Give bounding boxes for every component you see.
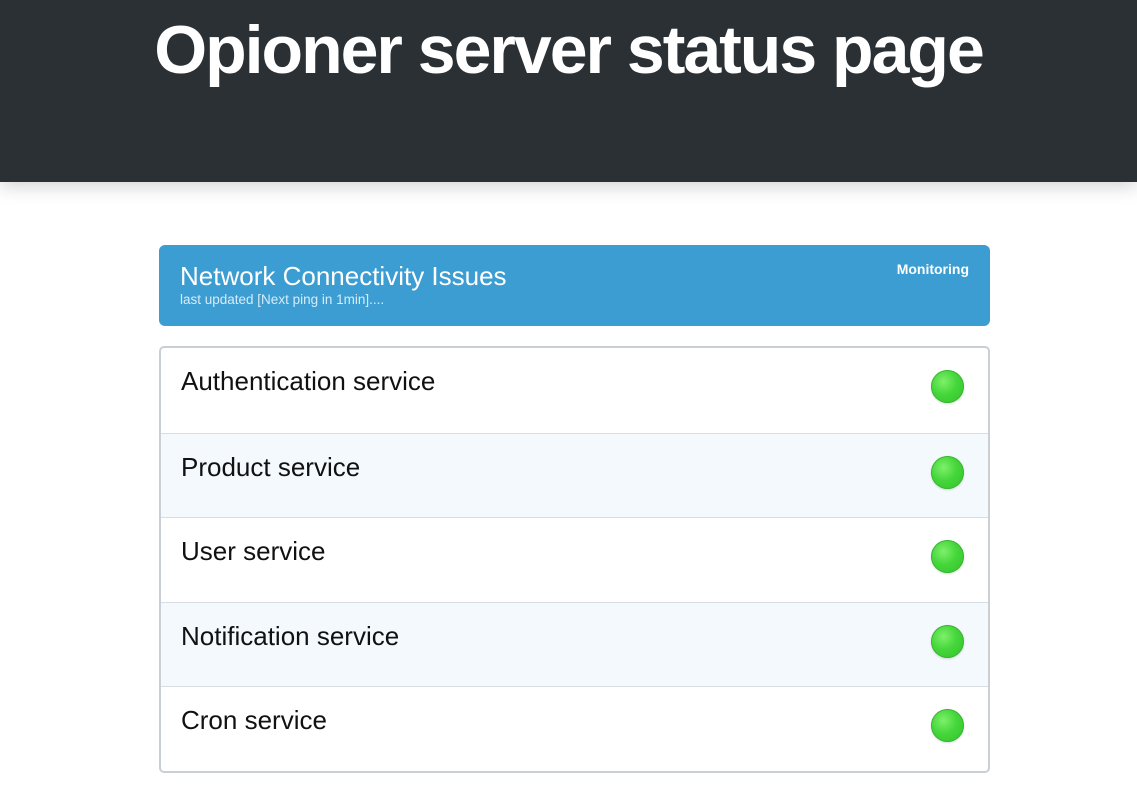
- status-ok-icon: [931, 540, 964, 573]
- incident-banner: Network Connectivity Issues last updated…: [159, 245, 990, 326]
- service-row-product: Product service: [161, 432, 988, 517]
- service-row-notification: Notification service: [161, 601, 988, 686]
- status-ok-icon: [931, 709, 964, 742]
- service-name: Product service: [181, 451, 361, 482]
- service-name: Cron service: [181, 705, 327, 735]
- service-row-authentication: Authentication service: [161, 348, 988, 433]
- main-content: Network Connectivity Issues last updated…: [159, 245, 990, 773]
- service-list: Authentication service Product service U…: [159, 346, 990, 773]
- service-name: User service: [181, 536, 326, 566]
- incident-updated-text: last updated [Next ping in 1min]....: [180, 292, 385, 307]
- service-row-user: User service: [161, 517, 988, 602]
- service-name: Authentication service: [181, 366, 436, 396]
- status-ok-icon: [931, 624, 964, 658]
- page-header: Opioner server status page: [0, 0, 1137, 182]
- status-ok-icon: [931, 370, 964, 403]
- incident-status-badge: Monitoring: [896, 261, 969, 277]
- page-title: Opioner server status page: [154, 12, 985, 88]
- incident-title: Network Connectivity Issues: [180, 261, 507, 291]
- service-row-cron: Cron service: [161, 686, 988, 771]
- status-ok-icon: [931, 455, 964, 489]
- service-name: Notification service: [181, 620, 400, 651]
